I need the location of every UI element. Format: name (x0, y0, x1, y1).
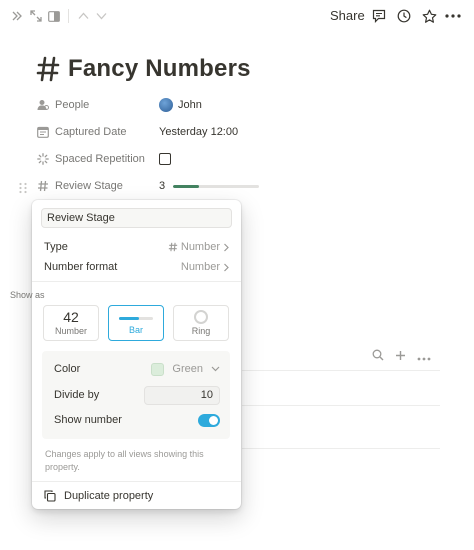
table-divider (242, 370, 440, 371)
show-as-label: Show as (10, 290, 45, 300)
property-captured-date[interactable]: Captured Date Yesterday 12:00 (36, 121, 456, 143)
person-name: John (178, 99, 202, 111)
type-label: Type (44, 241, 68, 253)
toggle-knob (209, 415, 218, 425)
color-row[interactable]: Color Green (54, 361, 220, 377)
review-stage-progress-bar (173, 184, 260, 188)
type-row[interactable]: Type Number (44, 239, 230, 255)
property-value[interactable]: 3 (159, 180, 260, 192)
show-number-row: Show number (54, 412, 220, 428)
option-label: Number (54, 326, 87, 336)
database-toolbar (372, 348, 431, 366)
type-value: Number (180, 241, 220, 253)
chevron-down-icon[interactable] (92, 7, 110, 25)
ring-preview (194, 310, 208, 324)
property-label: Review Stage (55, 180, 123, 192)
option-label: Bar (128, 324, 143, 335)
table-divider (242, 405, 440, 406)
table-divider (242, 448, 440, 449)
show-as-bar-option[interactable]: Bar (108, 305, 164, 341)
show-as-ring-option[interactable]: Ring (173, 305, 229, 341)
chevron-up-icon[interactable] (74, 7, 92, 25)
drag-handle-icon[interactable] (18, 181, 28, 194)
review-stage-number: 3 (159, 180, 166, 192)
expand-icon[interactable] (27, 7, 45, 25)
more-icon[interactable] (444, 7, 462, 25)
avatar (159, 98, 173, 112)
number-preview: 42 (63, 309, 79, 325)
share-button[interactable]: Share (330, 8, 365, 23)
property-people[interactable]: People John (36, 94, 456, 116)
number-format-row[interactable]: Number format Number (44, 259, 230, 275)
toolbar-divider (68, 9, 69, 23)
clock-icon[interactable] (395, 7, 413, 25)
property-value (159, 153, 171, 165)
review-stage-progress-fill (173, 184, 199, 188)
hash-icon (168, 242, 178, 252)
property-value[interactable]: John (159, 98, 202, 112)
help-note: Changes apply to all views showing this … (45, 449, 204, 472)
property-review-stage[interactable]: Review Stage 3 (36, 175, 456, 197)
checkbox[interactable] (159, 153, 171, 165)
show-as-number-option[interactable]: 42 Number (43, 305, 99, 341)
more-icon[interactable] (417, 348, 431, 366)
duplicate-label: Duplicate property (64, 490, 154, 502)
page-title-row: Fancy Numbers (36, 54, 251, 84)
page-title[interactable]: Fancy Numbers (68, 55, 251, 83)
property-name-input[interactable]: Review Stage (41, 208, 232, 228)
show-number-label: Show number (54, 414, 122, 426)
property-label: People (55, 99, 90, 111)
property-label: Spaced Repetition (55, 153, 145, 165)
property-spaced-repetition[interactable]: Spaced Repetition (36, 148, 456, 170)
divide-by-label: Divide by (54, 389, 100, 401)
divide-by-row: Divide by 10 (54, 385, 220, 405)
bar-preview (119, 316, 153, 320)
number-format-value: Number (180, 261, 220, 273)
property-value[interactable]: Yesterday 12:00 (159, 126, 238, 138)
top-bar: Share (0, 0, 474, 32)
hash-icon (36, 179, 50, 193)
number-format-label: Number format (44, 261, 118, 273)
color-value: Green (172, 363, 203, 375)
color-swatch (151, 362, 165, 376)
double-chevron-right-icon[interactable] (8, 7, 26, 25)
chevron-right-icon (224, 263, 229, 271)
bar-preview-fill (119, 316, 139, 320)
chevron-down-icon (211, 366, 220, 372)
bar-settings-panel: Color Green Divide by 10 Show number (42, 351, 230, 439)
plus-icon[interactable] (395, 348, 406, 366)
property-label: Captured Date (55, 126, 127, 138)
show-number-toggle[interactable] (198, 413, 220, 427)
duplicate-icon (44, 490, 56, 502)
popover-divider (32, 281, 241, 282)
loading-icon (36, 152, 50, 166)
option-label: Ring (191, 326, 211, 336)
duplicate-property-button[interactable]: Duplicate property (44, 490, 153, 502)
comment-icon[interactable] (370, 7, 388, 25)
divide-by-input[interactable]: 10 (144, 385, 220, 405)
star-icon[interactable] (420, 7, 438, 25)
person-icon (36, 98, 50, 112)
calendar-icon (36, 125, 50, 139)
popover-divider (32, 481, 241, 482)
color-label: Color (54, 363, 81, 375)
chevron-right-icon (224, 243, 229, 251)
hash-icon (36, 56, 60, 82)
sidebar-panel-icon[interactable] (45, 7, 63, 25)
search-icon[interactable] (372, 348, 384, 366)
